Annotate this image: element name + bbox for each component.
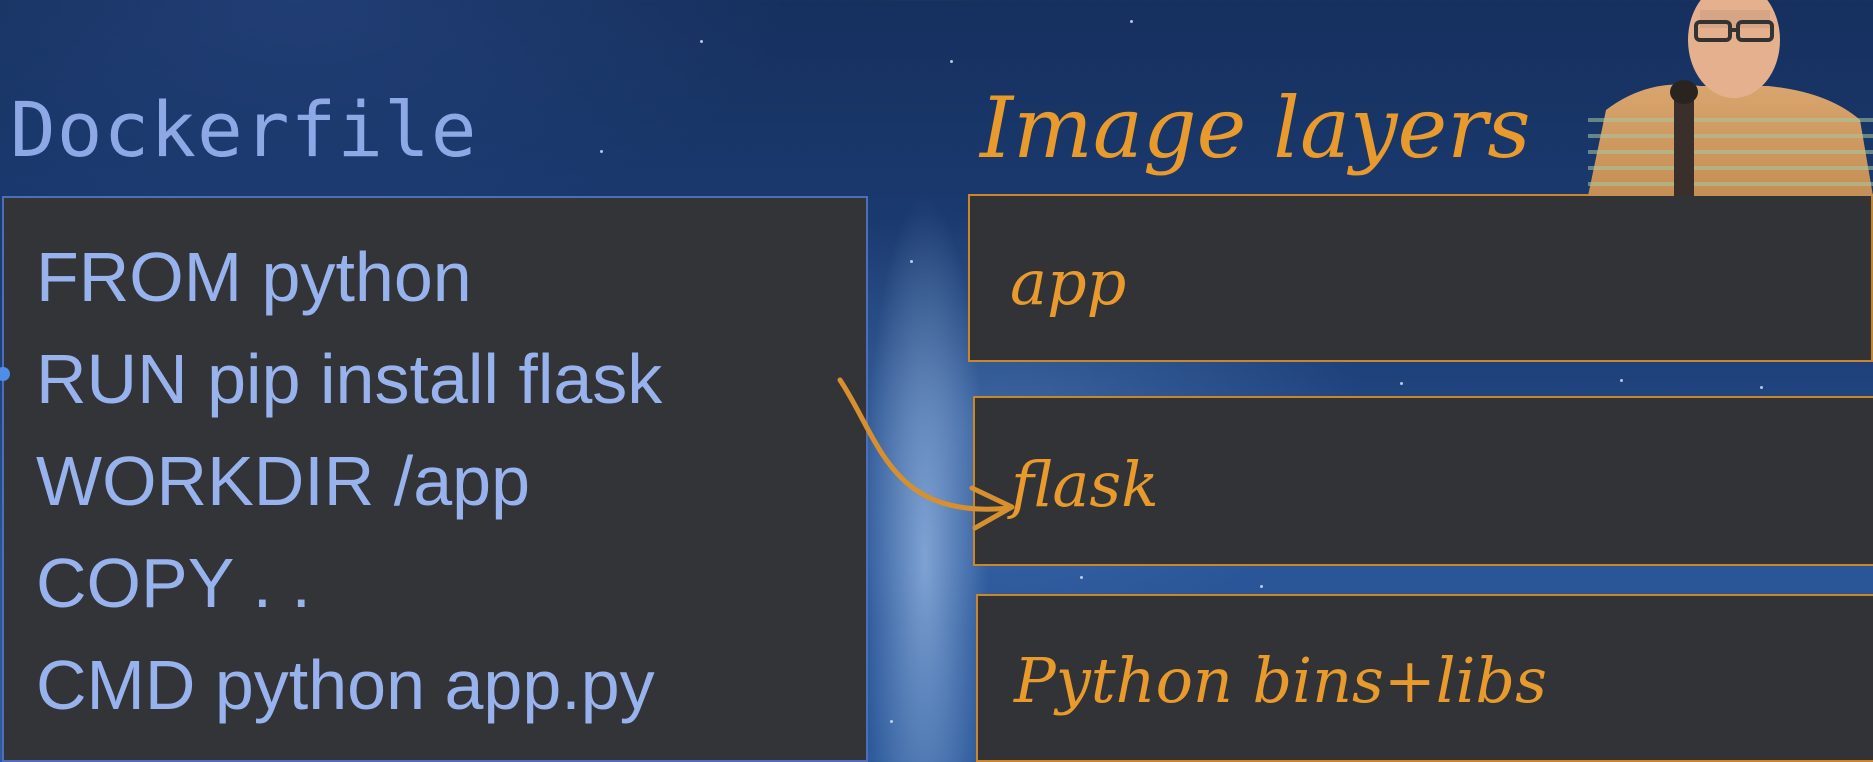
presenter-video [1588, 0, 1873, 196]
layer-flask-label: flask [1011, 448, 1159, 521]
layer-app: app [968, 194, 1873, 362]
image-layers-title: Image layers [980, 79, 1531, 177]
dockerfile-line-run: RUN pip install flask [36, 340, 663, 418]
dockerfile-line-workdir: WORKDIR /app [36, 442, 530, 520]
dockerfile-line-from: FROM python [36, 238, 472, 316]
layer-flask: flask [973, 396, 1873, 566]
pointer-dot [0, 367, 10, 381]
dockerfile-title: Dockerfile [10, 85, 478, 174]
dockerfile-line-copy: COPY . . [36, 544, 311, 622]
dockerfile-line-cmd: CMD python app.py [36, 646, 655, 724]
layer-python-label: Python bins+libs [1014, 644, 1547, 717]
dockerfile-panel: FROM python RUN pip install flask WORKDI… [0, 196, 868, 762]
presenter-figure [1588, 0, 1873, 196]
layer-python: Python bins+libs [976, 594, 1873, 762]
layer-app-label: app [1010, 246, 1127, 319]
